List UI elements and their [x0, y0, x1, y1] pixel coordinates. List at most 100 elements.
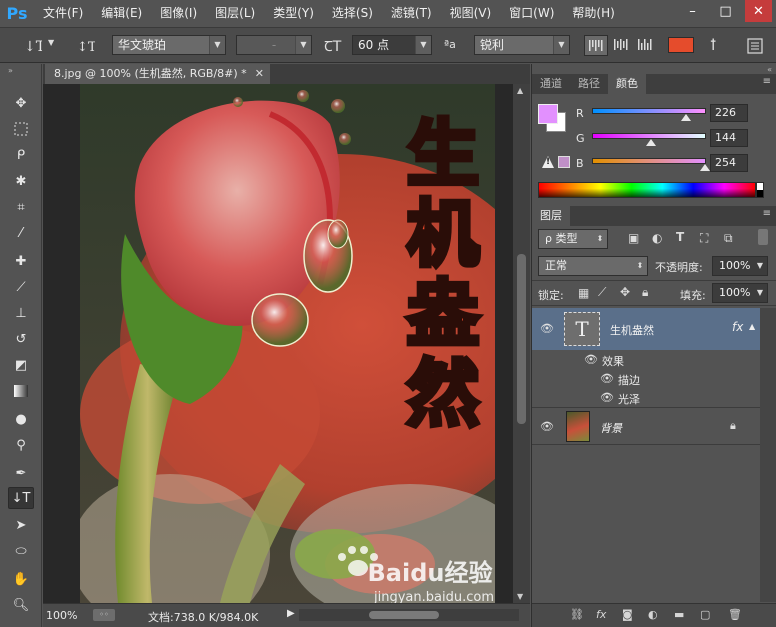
menu-select[interactable]: 选择(S) — [323, 0, 382, 26]
lasso-tool-icon[interactable]: ᑭ — [8, 144, 34, 166]
vertical-type-tool-icon[interactable]: ↓T — [22, 36, 44, 56]
opacity-input[interactable]: 100% ▼ — [712, 256, 768, 276]
slider-red[interactable]: R 226 — [532, 104, 776, 126]
font-family-select[interactable]: 华文琥珀 ▼ — [112, 35, 226, 55]
tab-paths[interactable]: 路径 — [570, 74, 608, 94]
horizontal-scroll-thumb[interactable] — [369, 611, 439, 619]
antialias-select[interactable]: 锐利 ▼ — [474, 35, 570, 55]
ellipse-tool-icon[interactable]: ⬭ — [8, 540, 34, 562]
value-r[interactable]: 226 — [710, 104, 748, 122]
effects-row[interactable]: 👁︎ 效果 — [532, 350, 760, 369]
link-layers-icon[interactable]: ⛓ — [570, 608, 584, 621]
blend-mode-select[interactable]: 正常 ⬍ — [538, 256, 648, 276]
zoom-level[interactable]: 100% — [46, 609, 77, 622]
filter-adjustment-icon[interactable]: ◐ — [652, 231, 662, 245]
eye-icon[interactable]: 👁︎ — [540, 322, 554, 335]
delete-layer-icon[interactable]: 🗑︎ — [728, 608, 742, 621]
lock-all-icon[interactable]: 🔒︎ — [642, 285, 648, 300]
lock-move-icon[interactable]: ✥ — [620, 285, 630, 299]
spectrum-black-white[interactable] — [756, 182, 764, 198]
menu-filter[interactable]: 滤镜(T) — [382, 0, 441, 26]
magic-wand-tool-icon[interactable]: ✱ — [8, 170, 34, 192]
crop-tool-icon[interactable]: ⌗ — [8, 196, 34, 218]
eraser-tool-icon[interactable]: ◩ — [8, 354, 34, 376]
collapse-arrows-icon[interactable]: » — [8, 66, 13, 75]
slider-knob-g[interactable] — [646, 139, 656, 146]
color-spectrum[interactable] — [538, 182, 756, 198]
history-brush-tool-icon[interactable]: ↺ — [8, 328, 34, 350]
filter-pixel-icon[interactable]: ▣ — [628, 231, 639, 245]
align-top-button[interactable] — [584, 35, 608, 56]
tab-color[interactable]: 颜色 — [608, 74, 646, 94]
layer-row-background[interactable]: 👁︎ 背景 🔒︎ — [532, 407, 760, 445]
scroll-down-icon[interactable]: ▼ — [517, 592, 523, 601]
move-tool-icon[interactable]: ✥ — [8, 92, 34, 114]
slider-knob-r[interactable] — [681, 114, 691, 121]
align-bottom-button[interactable] — [634, 35, 656, 56]
pen-tool-icon[interactable]: ✒ — [8, 462, 34, 484]
status-info-icon[interactable]: ◦◦ — [93, 609, 115, 621]
layer-row-text[interactable]: 👁︎ T 生机盎然 fx ▲ — [532, 308, 760, 350]
menu-edit[interactable]: 编辑(E) — [92, 0, 151, 26]
font-style-select[interactable]: - ▼ — [236, 35, 312, 55]
eye-icon[interactable]: 👁︎ — [600, 391, 614, 404]
maximize-button[interactable]: □ — [712, 0, 739, 22]
new-group-icon[interactable]: ▬ — [674, 608, 684, 621]
vertical-scrollbar[interactable]: ▲ ▼ — [513, 84, 530, 603]
panel-menu-icon[interactable]: ≡ — [763, 76, 771, 87]
horizontal-scrollbar[interactable] — [299, 609, 519, 621]
layer-name-background[interactable]: 背景 — [600, 420, 622, 436]
marquee-tool-icon[interactable] — [8, 118, 34, 140]
chevron-down-icon[interactable]: ▼ — [48, 38, 54, 47]
font-size-select[interactable]: 60 点 ▼ — [352, 35, 432, 55]
gradient-tool-icon[interactable] — [8, 380, 34, 402]
layers-scrollbar[interactable] — [760, 308, 776, 602]
document-tab[interactable]: 8.jpg @ 100% (生机盎然, RGB/8#) * ✕ — [45, 64, 270, 84]
foreground-color-swatch[interactable] — [538, 104, 558, 124]
status-menu-arrow-icon[interactable]: ▶ — [287, 608, 295, 619]
layer-name-text[interactable]: 生机盎然 — [610, 322, 654, 338]
layer-filter-select[interactable]: ρ 类型 ⬍ — [538, 229, 608, 249]
menu-window[interactable]: 窗口(W) — [500, 0, 563, 26]
new-adjustment-icon[interactable]: ◐ — [648, 608, 658, 621]
menu-view[interactable]: 视图(V) — [441, 0, 501, 26]
vertical-scroll-thumb[interactable] — [517, 254, 526, 424]
tab-layers[interactable]: 图层 — [532, 206, 570, 226]
toggle-orientation-icon[interactable]: ↕T — [76, 36, 96, 56]
filter-smart-object-icon[interactable]: ⧉ — [724, 231, 733, 246]
eye-icon[interactable]: 👁︎ — [600, 372, 614, 385]
panel-collapse-icon[interactable]: « — [767, 65, 772, 74]
filter-type-icon[interactable]: T — [676, 230, 684, 244]
lock-brush-icon[interactable]: ⟋ — [598, 285, 606, 300]
align-center-button[interactable] — [610, 35, 632, 56]
slider-knob-b[interactable] — [700, 164, 710, 171]
effect-row-stroke[interactable]: 👁︎ 描边 — [532, 369, 760, 388]
lock-transparent-icon[interactable]: ▦ — [578, 286, 589, 300]
slider-track-b[interactable] — [592, 158, 706, 164]
text-color-swatch[interactable] — [668, 37, 694, 53]
clone-stamp-tool-icon[interactable]: ⊥ — [8, 302, 34, 324]
eye-icon[interactable]: 👁︎ — [584, 353, 598, 366]
menu-file[interactable]: 文件(F) — [34, 0, 92, 26]
eye-icon[interactable]: 👁︎ — [540, 420, 554, 433]
fx-icon[interactable]: fx — [732, 320, 743, 334]
healing-brush-tool-icon[interactable]: ✚ — [8, 250, 34, 272]
filter-toggle-icon[interactable] — [758, 229, 768, 245]
hand-tool-icon[interactable]: ✋ — [8, 568, 34, 590]
blur-tool-icon[interactable]: ● — [8, 408, 34, 430]
brush-tool-icon[interactable]: ⟋ — [8, 276, 34, 298]
value-b[interactable]: 254 — [710, 154, 748, 172]
slider-blue[interactable]: B 254 — [532, 154, 776, 176]
character-panel-icon[interactable] — [746, 37, 764, 55]
close-icon[interactable]: ✕ — [255, 64, 264, 84]
expand-effects-icon[interactable]: ▲ — [749, 322, 755, 331]
new-layer-icon[interactable]: ▢ — [700, 608, 710, 621]
close-button[interactable]: ✕ — [745, 0, 772, 22]
canvas-area[interactable]: Baidu经验 jingyan.baidu.com 生 机 盎 然 — [43, 84, 513, 603]
add-style-icon[interactable]: fx — [596, 608, 606, 621]
effect-row-satin[interactable]: 👁︎ 光泽 — [532, 388, 760, 407]
add-mask-icon[interactable]: ◙ — [622, 608, 633, 621]
slider-green[interactable]: G 144 — [532, 129, 776, 151]
type-tool-icon[interactable]: ↓T — [8, 487, 34, 509]
minimize-button[interactable]: – — [679, 0, 706, 22]
